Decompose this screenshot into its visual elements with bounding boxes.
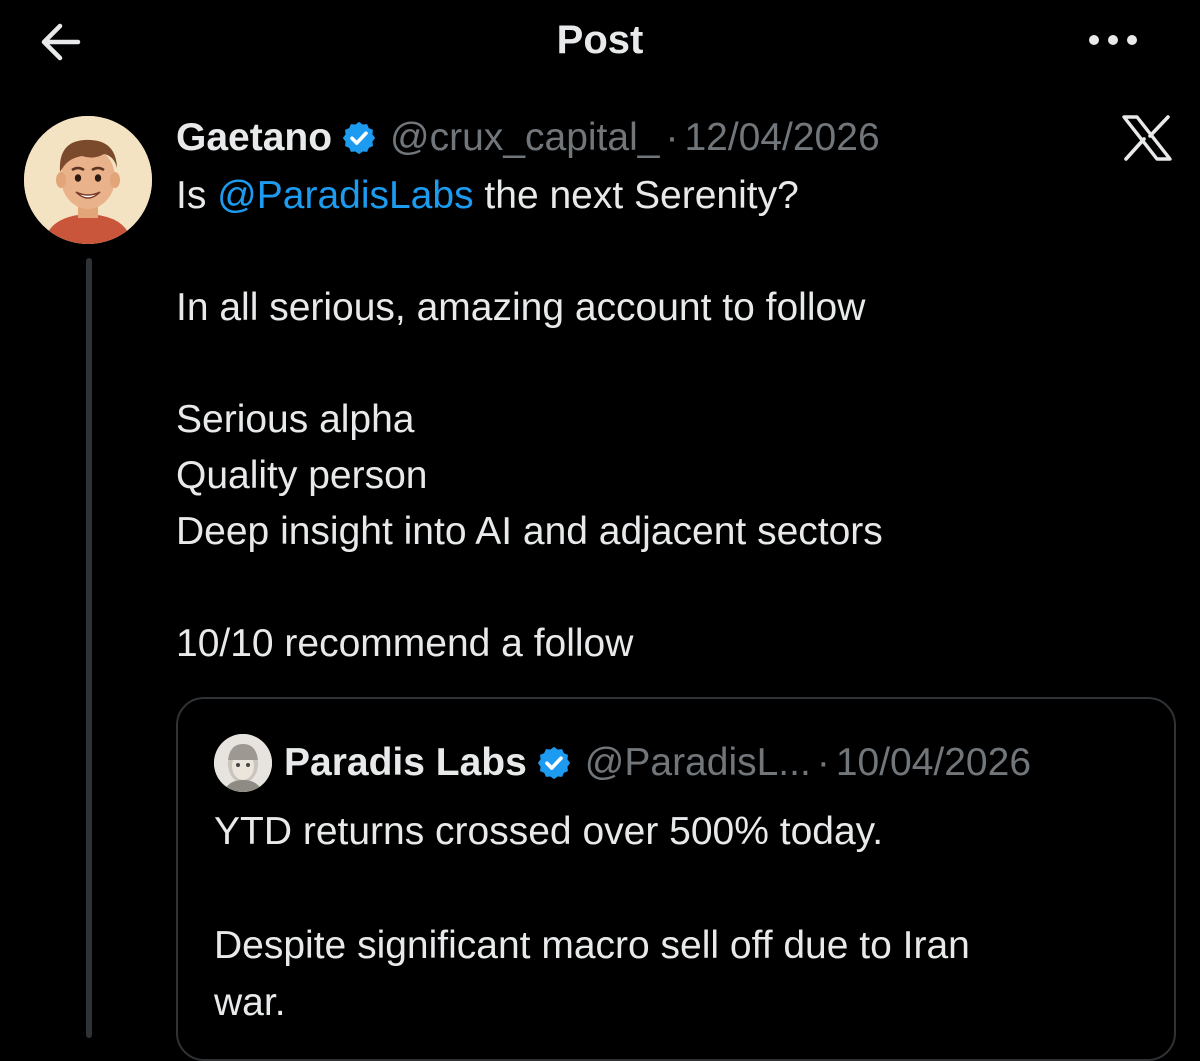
post-timestamp[interactable]: 12/04/2026 bbox=[684, 116, 879, 160]
thread-line bbox=[86, 258, 92, 1038]
post-line: 10/10 recommend a follow bbox=[176, 622, 634, 665]
verified-badge-icon bbox=[537, 746, 570, 780]
post-line-suffix: the next Serenity? bbox=[473, 174, 799, 217]
quoted-post-line: YTD returns crossed over 500% today. bbox=[214, 810, 884, 853]
quoted-post-header: Paradis Labs @ParadisL... · 10/04/2026 bbox=[214, 734, 1031, 792]
cartoon-avatar-image bbox=[24, 116, 152, 244]
post-header: Gaetano @crux_capital_ · 12/04/2026 bbox=[176, 110, 880, 166]
ellipsis-icon bbox=[1089, 35, 1137, 45]
post-line: Deep insight into AI and adjacent sector… bbox=[176, 510, 883, 553]
quoted-author-handle[interactable]: @ParadisL... bbox=[585, 741, 811, 785]
back-button[interactable] bbox=[30, 14, 94, 70]
quoted-post-timestamp[interactable]: 10/04/2026 bbox=[836, 741, 1031, 785]
quoted-post-line: Despite significant macro sell off due t… bbox=[214, 924, 970, 967]
author-display-name[interactable]: Gaetano bbox=[176, 116, 332, 160]
x-logo-button[interactable] bbox=[1120, 114, 1174, 162]
quoted-author-avatar[interactable] bbox=[214, 734, 272, 792]
quoted-author-display-name[interactable]: Paradis Labs bbox=[284, 741, 527, 785]
separator-dot: · bbox=[665, 116, 679, 159]
post-line: In all serious, amazing account to follo… bbox=[176, 286, 866, 329]
verified-badge-icon bbox=[342, 121, 376, 155]
post-text: Is @ParadisLabs the next Serenity? In al… bbox=[176, 168, 1166, 672]
top-bar: Post bbox=[0, 0, 1200, 90]
x-logo-icon bbox=[1122, 115, 1172, 161]
author-handle[interactable]: @crux_capital_ bbox=[390, 116, 659, 160]
post-line-prefix: Is bbox=[176, 174, 218, 217]
robot-portrait-avatar-image bbox=[214, 734, 272, 792]
post-line: Serious alpha bbox=[176, 398, 415, 441]
separator-dot: · bbox=[816, 741, 830, 784]
mention-link[interactable]: @ParadisLabs bbox=[217, 174, 473, 217]
quoted-post-card[interactable]: Paradis Labs @ParadisL... · 10/04/2026 Y… bbox=[176, 697, 1176, 1061]
post-line: Quality person bbox=[176, 454, 428, 497]
page-title: Post bbox=[556, 18, 644, 62]
author-avatar[interactable] bbox=[24, 116, 152, 244]
quoted-post-line: war. bbox=[214, 981, 286, 1024]
arrow-left-icon bbox=[41, 23, 81, 61]
more-options-button[interactable] bbox=[1078, 20, 1148, 60]
post-line: Is @ParadisLabs the next Serenity? bbox=[176, 168, 1166, 224]
quoted-post-text: YTD returns crossed over 500% today. Des… bbox=[214, 803, 1134, 1031]
